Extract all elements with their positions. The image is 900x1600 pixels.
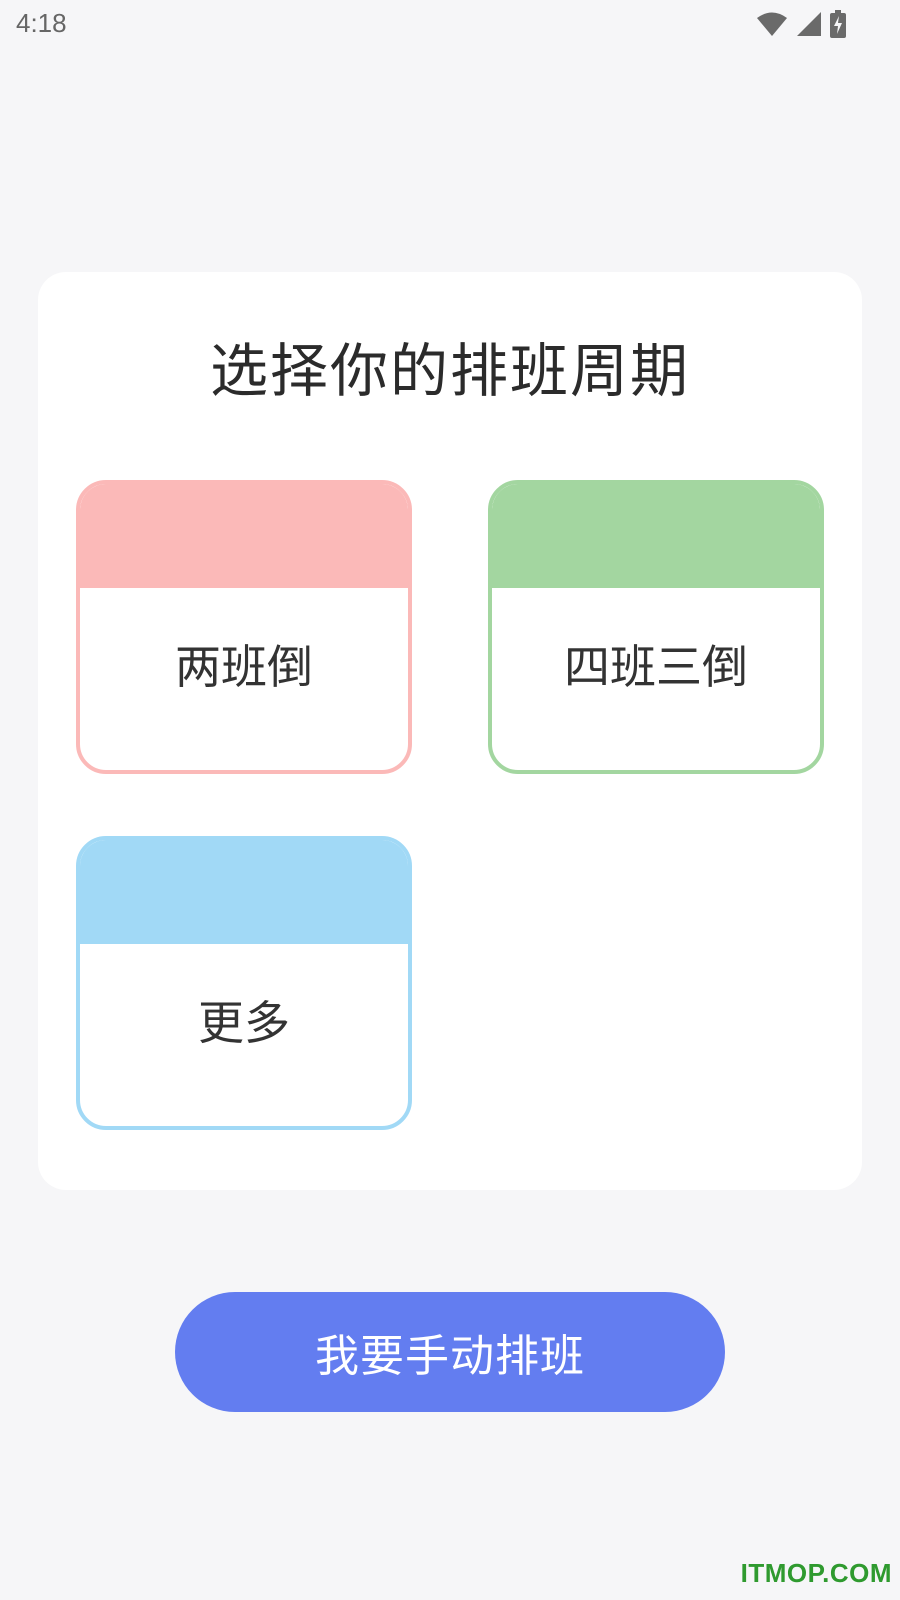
- option-four-shift-three-rotation[interactable]: 四班三倒: [488, 480, 824, 774]
- card-header: [492, 484, 820, 588]
- status-icons: [756, 10, 846, 38]
- wifi-icon: [756, 11, 788, 37]
- card-header: [80, 484, 408, 588]
- option-two-shift[interactable]: 两班倒: [76, 480, 412, 774]
- option-label: 更多: [198, 996, 290, 1050]
- option-label: 四班三倒: [564, 640, 748, 694]
- manual-schedule-button[interactable]: 我要手动排班: [175, 1292, 725, 1412]
- watermark: ITMOP.COM: [740, 1558, 892, 1588]
- card-header: [80, 840, 408, 944]
- option-label: 两班倒: [175, 640, 313, 694]
- status-bar: 4:18: [0, 0, 900, 48]
- signal-icon: [796, 11, 822, 37]
- shift-cycle-panel: 选择你的排班周期 两班倒 四班三倒 更多: [38, 272, 862, 1190]
- panel-title: 选择你的排班周期: [209, 337, 690, 405]
- status-time: 4:18: [16, 8, 67, 38]
- battery-charging-icon: [830, 10, 846, 38]
- option-more[interactable]: 更多: [76, 836, 412, 1130]
